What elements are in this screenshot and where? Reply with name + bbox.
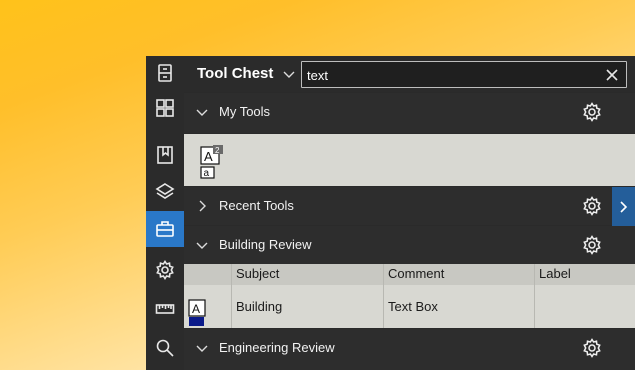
toolbox-icon <box>156 221 174 237</box>
layers-button[interactable] <box>146 175 184 209</box>
gear-icon[interactable] <box>582 196 602 216</box>
svg-text:a: a <box>204 168 210 179</box>
file-cabinet-button[interactable] <box>146 56 184 90</box>
svg-text:2: 2 <box>215 146 220 155</box>
row-label <box>535 285 635 328</box>
section-engineering-review[interactable]: Engineering Review <box>184 329 635 370</box>
bookmarks-button[interactable] <box>146 138 184 172</box>
thumbnails-button[interactable] <box>146 91 184 125</box>
properties-gear-icon <box>156 260 174 280</box>
panel-title: Tool Chest <box>197 65 274 82</box>
measurements-button[interactable] <box>146 292 184 326</box>
gear-icon[interactable] <box>582 338 602 358</box>
tool-table-header: Subject Comment Label <box>184 264 635 285</box>
section-label: Building Review <box>219 237 312 252</box>
chevron-down-icon <box>196 239 208 251</box>
file-cabinet-icon <box>158 64 172 82</box>
section-label: Engineering Review <box>219 340 335 355</box>
expand-panel-button[interactable] <box>612 187 635 227</box>
section-my-tools[interactable]: My Tools <box>184 93 635 133</box>
search-input[interactable] <box>307 66 587 84</box>
svg-text:A: A <box>204 149 213 164</box>
svg-text:A: A <box>192 302 200 316</box>
chevron-right-icon <box>619 201 627 213</box>
column-header-icon <box>184 264 232 285</box>
column-header-comment[interactable]: Comment <box>384 264 535 285</box>
chevron-down-icon[interactable] <box>282 67 296 81</box>
my-tools-content: A 2 a <box>184 134 635 186</box>
side-rail <box>146 56 184 370</box>
column-header-label[interactable]: Label <box>535 264 635 285</box>
section-label: My Tools <box>219 104 271 119</box>
row-subject: Building <box>232 285 384 328</box>
section-label: Recent Tools <box>219 198 294 213</box>
table-row[interactable]: A Building Text Box <box>184 285 635 328</box>
text-box-tool-icon[interactable]: A 2 a <box>198 141 228 179</box>
thumbnails-icon <box>156 99 174 117</box>
measure-ruler-icon <box>155 304 175 314</box>
chevron-down-icon <box>196 342 208 354</box>
search-field <box>301 61 627 88</box>
tool-chest-panel: Tool Chest My Tools A 2 a <box>184 56 635 370</box>
chevron-down-icon <box>196 106 208 118</box>
section-building-review[interactable]: Building Review <box>184 226 635 264</box>
properties-button[interactable] <box>146 253 184 287</box>
search-button[interactable] <box>146 331 184 365</box>
bookmarks-icon <box>157 146 173 164</box>
gear-icon[interactable] <box>582 235 602 255</box>
search-icon <box>156 339 174 357</box>
tool-chest-button[interactable] <box>146 211 184 247</box>
row-icon-cell: A <box>184 285 232 328</box>
layers-icon <box>155 183 175 199</box>
row-comment: Text Box <box>384 285 535 328</box>
gear-icon[interactable] <box>582 102 602 122</box>
close-icon[interactable] <box>604 67 620 83</box>
section-recent-tools[interactable]: Recent Tools <box>184 187 635 225</box>
text-box-markup-icon: A <box>188 299 206 327</box>
desktop-background <box>0 0 635 56</box>
column-header-subject[interactable]: Subject <box>232 264 384 285</box>
panel-title-bar: Tool Chest <box>184 56 635 92</box>
chevron-right-icon <box>196 200 208 212</box>
